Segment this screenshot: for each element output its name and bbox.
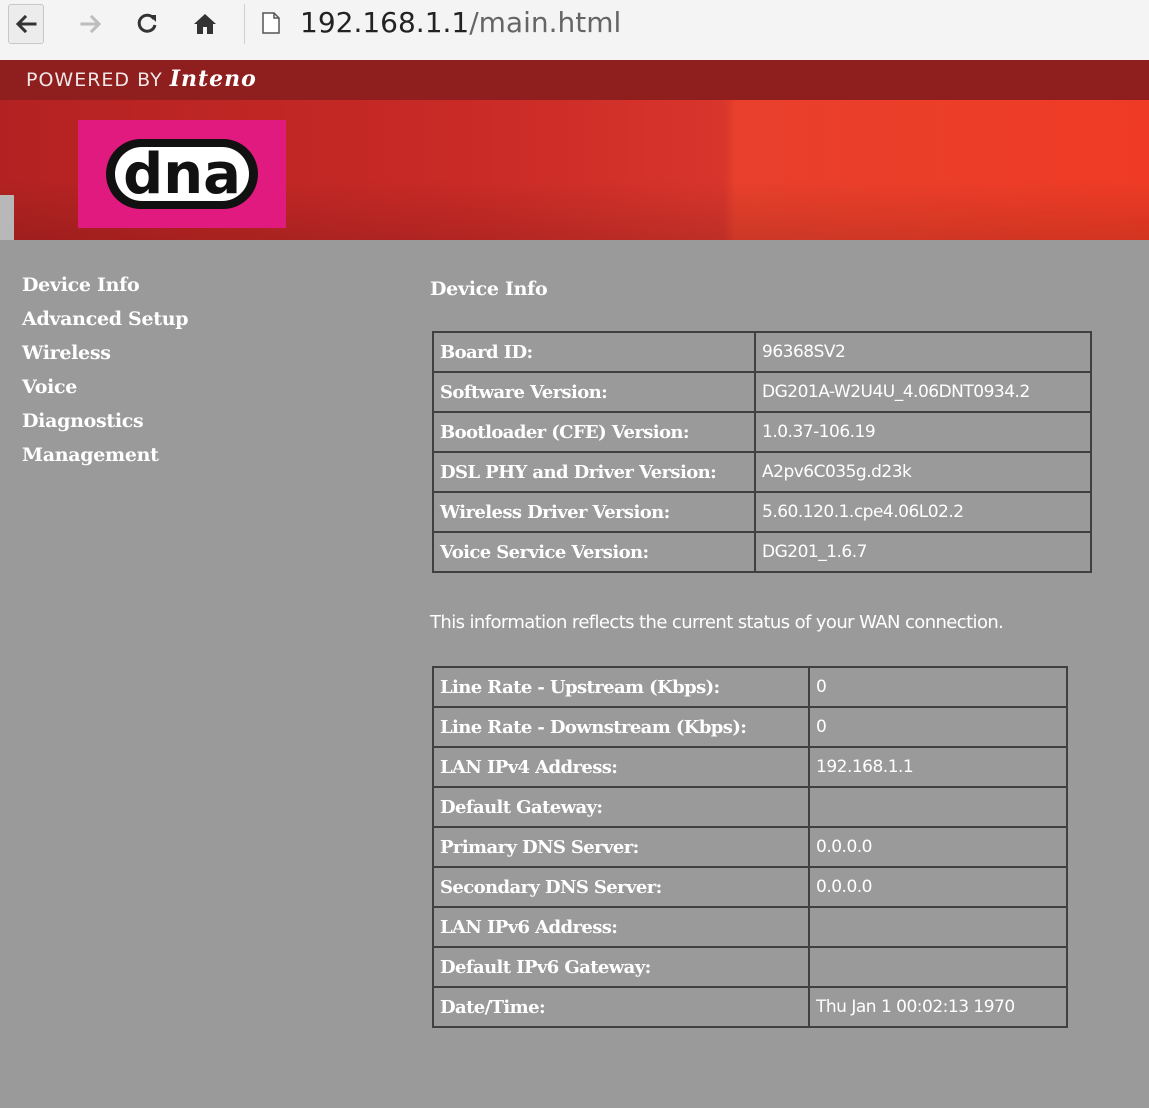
table-row: LAN IPv6 Address: (432, 906, 1068, 948)
row-label: Primary DNS Server: (432, 826, 810, 868)
sidebar-item-device-info[interactable]: Device Info (22, 270, 188, 304)
row-value: 0.0.0.0 (808, 866, 1068, 908)
table-row: Primary DNS Server: 0.0.0.0 (432, 826, 1068, 868)
row-label: Default IPv6 Gateway: (432, 946, 810, 988)
table-row: LAN IPv4 Address: 192.168.1.1 (432, 746, 1068, 788)
row-value (808, 906, 1068, 948)
inteno-brand: Inteno (169, 66, 257, 92)
wan-status-table: Line Rate - Upstream (Kbps): 0 Line Rate … (432, 666, 1068, 1028)
row-value: 192.168.1.1 (808, 746, 1068, 788)
table-row: Default IPv6 Gateway: (432, 946, 1068, 988)
sidebar-item-management[interactable]: Management (22, 440, 188, 474)
row-label: Line Rate - Downstream (Kbps): (432, 706, 810, 748)
table-row: Voice Service Version: DG201_1.6.7 (432, 531, 1092, 573)
row-value (808, 786, 1068, 828)
table-row: Board ID: 96368SV2 (432, 331, 1092, 373)
wan-status-note: This information reflects the current st… (430, 612, 1004, 633)
url-host: 192.168.1.1 (300, 6, 470, 39)
sidebar-item-wireless[interactable]: Wireless (22, 338, 188, 372)
row-label: Voice Service Version: (432, 531, 756, 573)
powered-by-text: POWERED BY Inteno (26, 66, 257, 92)
row-value (808, 946, 1068, 988)
row-value: 1.0.37-106.19 (754, 411, 1092, 453)
page-icon (262, 12, 280, 34)
row-label: Board ID: (432, 331, 756, 373)
row-value: 96368SV2 (754, 331, 1092, 373)
dna-logo: dna (78, 120, 286, 228)
row-label: LAN IPv6 Address: (432, 906, 810, 948)
row-value: 0 (808, 706, 1068, 748)
row-label: Software Version: (432, 371, 756, 413)
table-row: Bootloader (CFE) Version: 1.0.37-106.19 (432, 411, 1092, 453)
browser-toolbar: 192.168.1.1/main.html (0, 0, 1149, 61)
url-path: /main.html (469, 6, 622, 39)
row-value: DG201_1.6.7 (754, 531, 1092, 573)
sidebar-item-diagnostics[interactable]: Diagnostics (22, 406, 188, 440)
reload-icon[interactable] (132, 4, 162, 44)
table-row: Software Version: DG201A-W2U4U_4.06DNT093… (432, 371, 1092, 413)
row-label: Secondary DNS Server: (432, 866, 810, 908)
row-value: DG201A-W2U4U_4.06DNT0934.2 (754, 371, 1092, 413)
address-bar[interactable]: 192.168.1.1/main.html (300, 6, 621, 39)
row-label: Line Rate - Upstream (Kbps): (432, 666, 810, 708)
toolbar-divider (244, 4, 245, 44)
table-row: DSL PHY and Driver Version: A2pv6C035g.d2… (432, 451, 1092, 493)
row-label: Wireless Driver Version: (432, 491, 756, 533)
row-label: LAN IPv4 Address: (432, 746, 810, 788)
sidebar-item-voice[interactable]: Voice (22, 372, 188, 406)
row-label: Date/Time: (432, 986, 810, 1028)
dna-logo-text: dna (123, 142, 241, 207)
table-row: Line Rate - Upstream (Kbps): 0 (432, 666, 1068, 708)
header-left-shade (0, 195, 14, 240)
powered-by-label: POWERED BY (26, 69, 163, 91)
row-label: Default Gateway: (432, 786, 810, 828)
row-value: A2pv6C035g.d23k (754, 451, 1092, 493)
sidebar-nav: Device Info Advanced Setup Wireless Voic… (22, 270, 189, 474)
page-title: Device Info (430, 278, 548, 300)
row-value: 5.60.120.1.cpe4.06L02.2 (754, 491, 1092, 533)
dna-logo-mark: dna (106, 139, 258, 209)
arrow-right-icon[interactable] (76, 4, 106, 44)
table-row: Date/Time: Thu Jan 1 00:02:13 1970 (432, 986, 1068, 1028)
table-row: Secondary DNS Server: 0.0.0.0 (432, 866, 1068, 908)
row-value: 0.0.0.0 (808, 826, 1068, 868)
sidebar-item-advanced-setup[interactable]: Advanced Setup (22, 304, 189, 338)
arrow-left-icon[interactable] (10, 4, 42, 44)
row-value: Thu Jan 1 00:02:13 1970 (808, 986, 1068, 1028)
table-row: Wireless Driver Version: 5.60.120.1.cpe4.… (432, 491, 1092, 533)
table-row: Line Rate - Downstream (Kbps): 0 (432, 706, 1068, 748)
home-icon[interactable] (190, 4, 220, 44)
table-row: Default Gateway: (432, 786, 1068, 828)
row-label: DSL PHY and Driver Version: (432, 451, 756, 493)
device-info-table: Board ID: 96368SV2 Software Version: DG201… (432, 331, 1092, 573)
row-label: Bootloader (CFE) Version: (432, 411, 756, 453)
row-value: 0 (808, 666, 1068, 708)
